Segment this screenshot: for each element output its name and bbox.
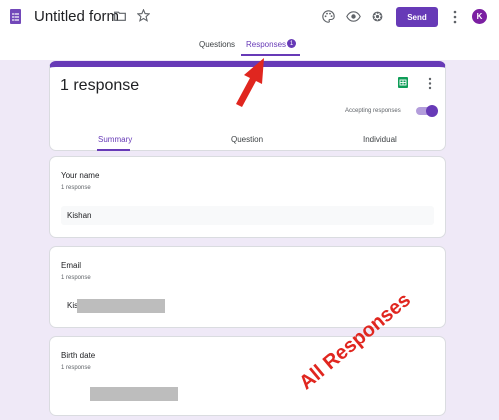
form-title[interactable]: Untitled form [34,8,119,25]
send-button[interactable]: Send [396,7,438,27]
responses-count-badge: 1 [287,39,296,48]
response-count: 1 response [60,77,140,94]
question-response-count: 1 response [61,275,91,281]
question-card: Your name 1 response Kishan [49,156,446,238]
answer-value: Kishan [61,206,434,225]
star-icon[interactable] [137,9,150,22]
tab-individual[interactable]: Individual [363,135,397,144]
folder-icon[interactable] [114,11,126,21]
more-vert-icon[interactable] [452,10,458,24]
eye-icon[interactable] [346,11,361,22]
question-response-count: 1 response [61,365,91,371]
question-title: Email [61,261,82,270]
more-vert-icon[interactable] [427,77,433,90]
tab-responses[interactable]: Responses [246,40,286,49]
accepting-responses-label: Accepting responses [345,108,401,114]
red-arrow-annotation [236,58,264,107]
tab-question[interactable]: Question [231,135,263,144]
question-response-count: 1 response [61,185,91,191]
question-title: Your name [61,171,100,180]
accepting-responses-toggle[interactable] [416,105,438,117]
question-card: Birth date 1 response [49,336,446,416]
tab-questions[interactable]: Questions [199,40,235,49]
avatar[interactable]: K [472,9,487,24]
sheets-icon[interactable] [398,77,408,88]
tab-summary[interactable]: Summary [98,135,132,144]
palette-icon[interactable] [322,10,335,23]
gear-icon[interactable] [371,10,384,23]
app-bar: Untitled form Send K Questions Responses… [0,0,499,60]
subtab-active-indicator [97,149,130,151]
toggle-knob [426,105,438,117]
redaction-block [90,387,178,401]
form-icon[interactable] [10,9,21,24]
question-title: Birth date [61,351,96,360]
redaction-block [77,299,165,313]
